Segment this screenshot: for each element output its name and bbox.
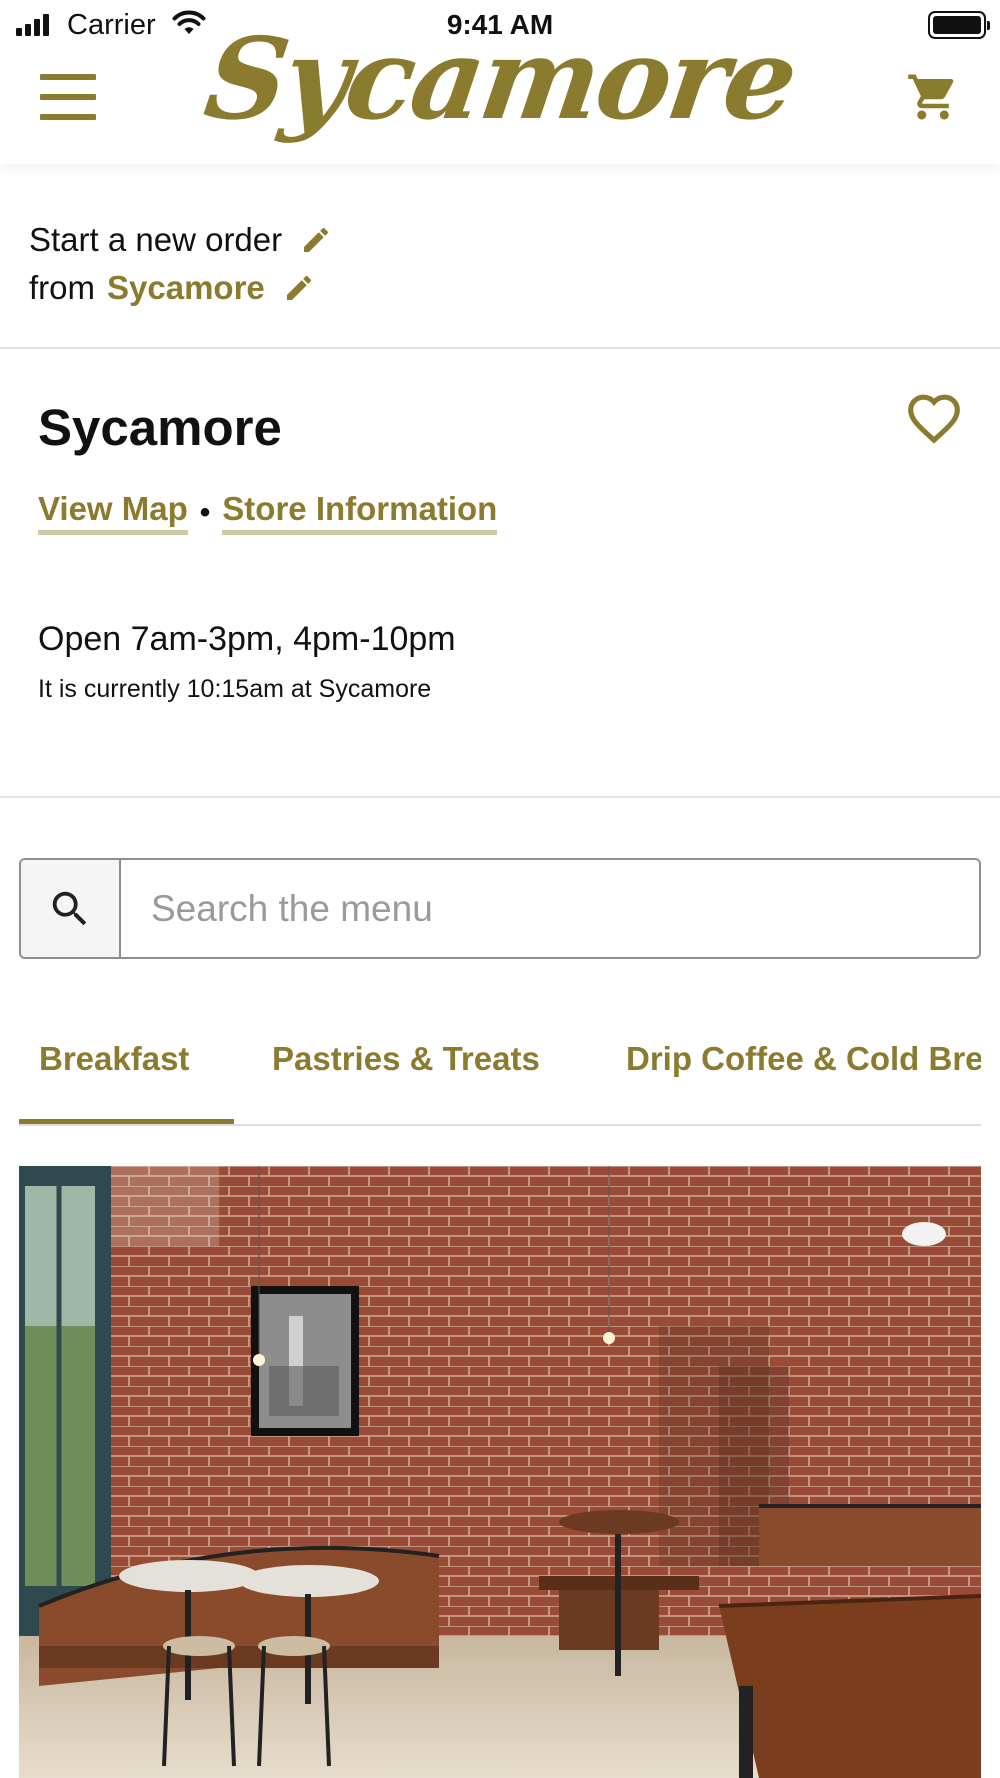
heart-outline-icon[interactable] — [906, 392, 962, 449]
store-links: View Map • Store Information — [38, 490, 498, 535]
order-section: Start a new order from Sycamore — [0, 165, 1000, 349]
view-map-link[interactable]: View Map — [38, 490, 188, 535]
order-store-line: from Sycamore — [29, 269, 315, 307]
tab-drip-coffee-cold-brew[interactable]: Drip Coffee & Cold Brew — [626, 1040, 981, 1078]
order-type-line: Start a new order — [29, 221, 332, 259]
pencil-icon[interactable] — [300, 224, 332, 256]
store-current-time: It is currently 10:15am at Sycamore — [38, 675, 432, 703]
tab-breakfast[interactable]: Breakfast — [39, 1040, 189, 1078]
order-type-label: Start a new order — [29, 221, 283, 258]
store-section: Sycamore View Map • Store Information Op… — [0, 350, 1000, 798]
shopping-cart-icon[interactable] — [906, 70, 960, 129]
pencil-icon[interactable] — [283, 272, 315, 304]
menu-search — [19, 858, 981, 959]
order-store-link[interactable]: Sycamore — [107, 269, 265, 307]
link-separator: • — [199, 495, 211, 529]
active-tab-indicator — [19, 1119, 234, 1124]
store-title: Sycamore — [38, 399, 282, 456]
restaurant-interior-photo — [19, 1166, 981, 1778]
search-input[interactable] — [121, 860, 979, 957]
store-information-link[interactable]: Store Information — [222, 490, 498, 535]
search-icon[interactable] — [21, 860, 121, 957]
store-hours: Open 7am-3pm, 4pm-10pm — [38, 620, 456, 658]
battery-icon — [928, 11, 990, 39]
menu-category-tabs: Breakfast Pastries & Treats Drip Coffee … — [19, 1012, 981, 1126]
order-from-label: from — [29, 269, 95, 306]
status-bar: Carrier 9:41 AM — [0, 0, 1000, 50]
status-time: 9:41 AM — [446, 9, 554, 40]
tab-pastries-treats[interactable]: Pastries & Treats — [272, 1040, 540, 1078]
